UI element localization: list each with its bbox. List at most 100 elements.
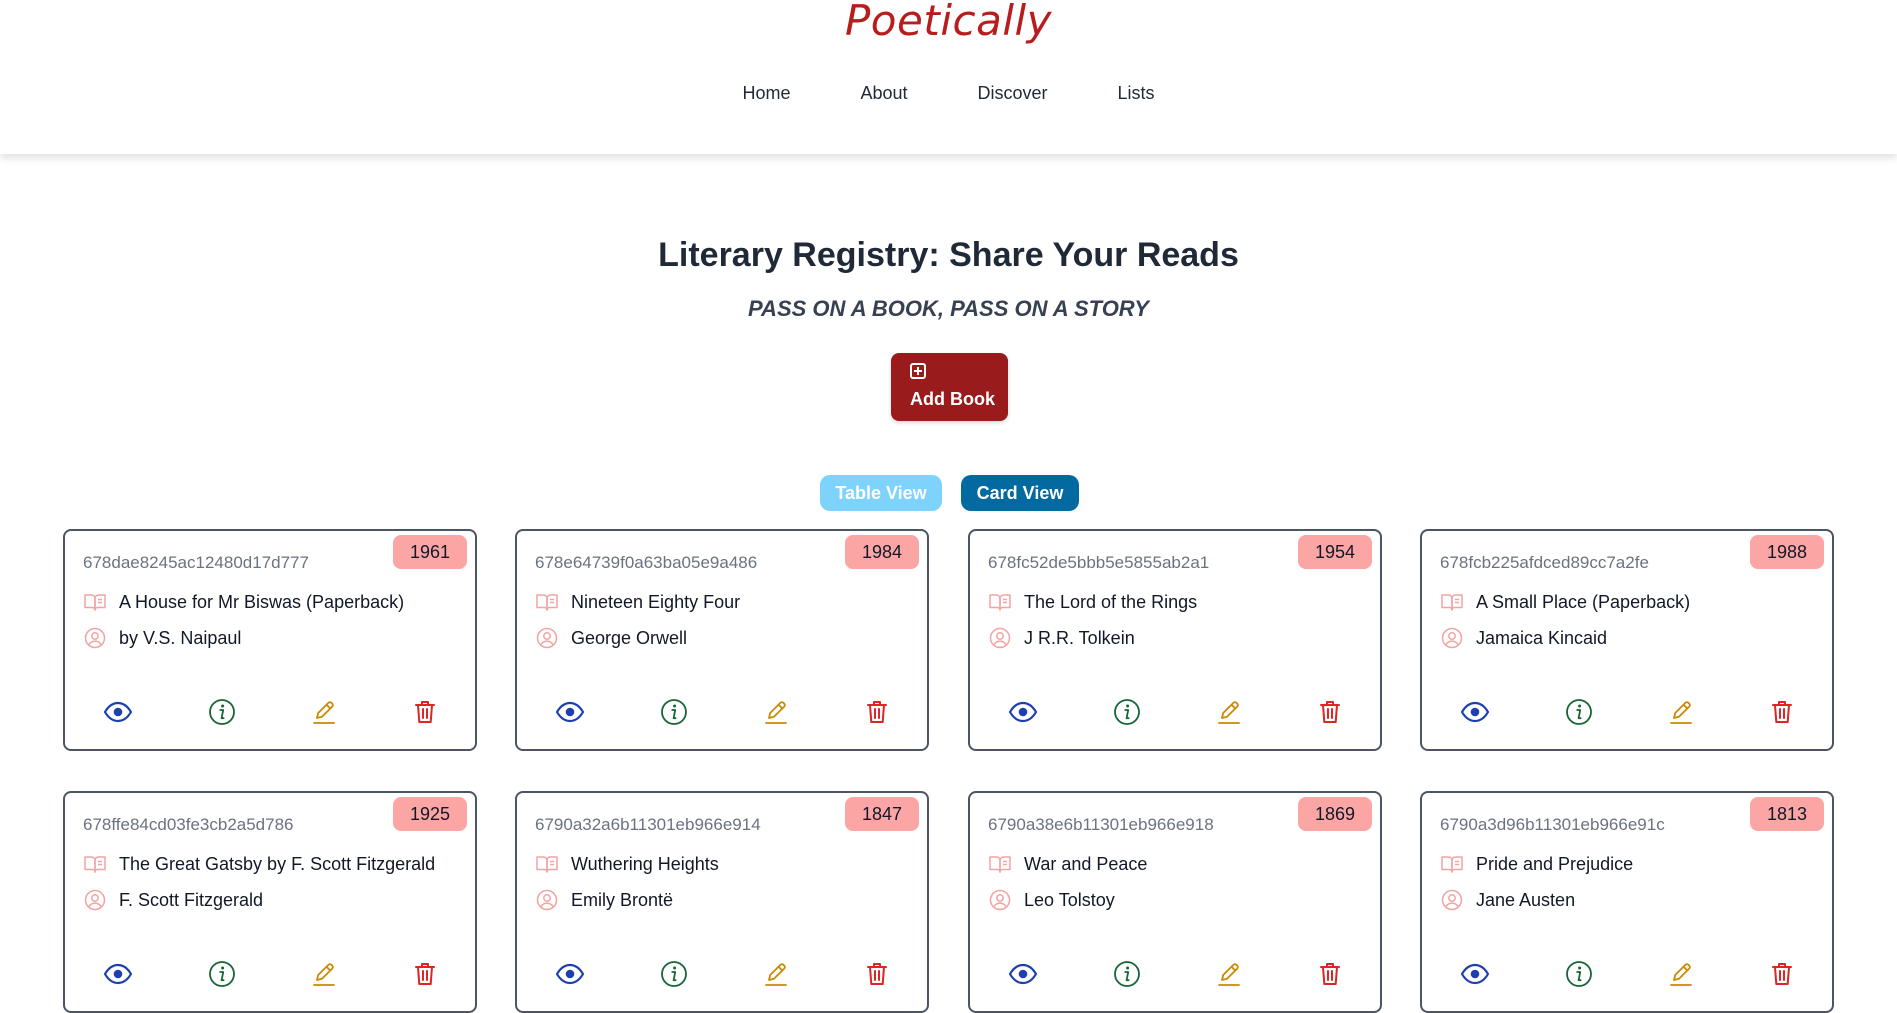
card-actions [517, 959, 927, 989]
year-badge: 1988 [1750, 535, 1824, 569]
book-title: Pride and Prejudice [1476, 853, 1634, 874]
info-icon[interactable] [1112, 959, 1142, 989]
year-badge: 1869 [1298, 797, 1372, 831]
nav-lists[interactable]: Lists [1083, 83, 1190, 104]
pencil-icon[interactable] [1666, 959, 1696, 989]
book-title-row: Pride and Prejudice [1440, 852, 1633, 876]
year-badge: 1813 [1750, 797, 1824, 831]
open-book-icon [84, 856, 106, 873]
book-title: War and Peace [1024, 853, 1148, 874]
book-card: 678fc52de5bbb5e5855ab2a1 1954 The Lord o… [968, 529, 1382, 751]
book-author: Jamaica Kincaid [1476, 627, 1608, 648]
book-id: 6790a32a6b11301eb966e914 [535, 815, 761, 834]
book-id: 6790a3d96b11301eb966e91c [1440, 815, 1665, 834]
book-title: A Small Place (Paperback) [1476, 591, 1691, 612]
book-title-row: Wuthering Heights [535, 852, 719, 876]
eye-icon[interactable] [1460, 959, 1490, 989]
book-author: Jane Austen [1476, 889, 1576, 910]
info-icon[interactable] [1564, 697, 1594, 727]
book-id: 678e64739f0a63ba05e9a486 [535, 553, 758, 572]
trash-icon[interactable] [862, 959, 892, 989]
book-card: 678dae8245ac12480d17d777 1961 A House fo… [63, 529, 477, 751]
page-title: Literary Registry: Share Your Reads [658, 236, 1239, 274]
nav-about[interactable]: About [825, 83, 942, 104]
card-actions [970, 959, 1380, 989]
book-title-row: A Small Place (Paperback) [1440, 590, 1690, 614]
book-title: The Lord of the Rings [1024, 591, 1198, 612]
open-book-icon [989, 856, 1011, 873]
eye-icon[interactable] [103, 959, 133, 989]
info-icon[interactable] [659, 959, 689, 989]
trash-icon[interactable] [1767, 959, 1797, 989]
book-title-row: The Lord of the Rings [988, 590, 1197, 614]
trash-icon[interactable] [410, 959, 440, 989]
nav-home[interactable]: Home [707, 83, 825, 104]
book-title: Nineteen Eighty Four [571, 591, 741, 612]
card-actions [517, 697, 927, 727]
pencil-icon[interactable] [761, 697, 791, 727]
add-book-button[interactable]: Add Book [891, 353, 1008, 421]
eye-icon[interactable] [1008, 959, 1038, 989]
eye-icon[interactable] [555, 959, 585, 989]
book-author-row: by V.S. Naipaul [83, 626, 241, 650]
eye-icon[interactable] [103, 697, 133, 727]
pencil-icon[interactable] [309, 959, 339, 989]
card-view-button[interactable]: Card View [961, 475, 1079, 511]
user-circle-icon [1441, 889, 1463, 911]
main-nav: Home About Discover Lists [0, 83, 1897, 104]
eye-icon[interactable] [1460, 697, 1490, 727]
book-author-row: Emily Brontë [535, 888, 673, 912]
user-circle-icon [1441, 627, 1463, 649]
info-icon[interactable] [207, 697, 237, 727]
info-icon[interactable] [1564, 959, 1594, 989]
book-id: 6790a38e6b11301eb966e918 [988, 815, 1214, 834]
year-badge: 1961 [393, 535, 467, 569]
open-book-icon [989, 594, 1011, 611]
pencil-icon[interactable] [1666, 697, 1696, 727]
card-actions [1422, 697, 1832, 727]
table-view-button[interactable]: Table View [820, 475, 942, 511]
year-badge: 1925 [393, 797, 467, 831]
brand-logo[interactable]: Poetically [0, 0, 1897, 45]
user-circle-icon [536, 889, 558, 911]
info-icon[interactable] [659, 697, 689, 727]
book-card: 678fcb225afdced89cc7a2fe 1988 A Small Pl… [1420, 529, 1834, 751]
info-icon[interactable] [1112, 697, 1142, 727]
trash-icon[interactable] [862, 697, 892, 727]
trash-icon[interactable] [410, 697, 440, 727]
info-icon[interactable] [207, 959, 237, 989]
book-card: 678ffe84cd03fe3cb2a5d786 1925 The Great … [63, 791, 477, 1013]
add-book-label: Add Book [910, 389, 995, 409]
book-author: J R.R. Tolkein [1024, 627, 1135, 648]
nav-discover[interactable]: Discover [943, 83, 1083, 104]
book-title-row: The Great Gatsby by F. Scott Fitzgerald [83, 852, 435, 876]
book-author-row: Jamaica Kincaid [1440, 626, 1607, 650]
pencil-icon[interactable] [309, 697, 339, 727]
book-title-row: A House for Mr Biswas (Paperback) [83, 590, 404, 614]
book-author: George Orwell [571, 627, 688, 648]
book-author: by V.S. Naipaul [119, 627, 242, 648]
page-subtitle: PASS ON A BOOK, PASS ON A STORY [748, 296, 1149, 321]
book-id: 678dae8245ac12480d17d777 [83, 553, 309, 572]
top-navbar: Poetically Home About Discover Lists [0, 0, 1897, 154]
pencil-icon[interactable] [761, 959, 791, 989]
book-title-row: War and Peace [988, 852, 1147, 876]
trash-icon[interactable] [1315, 697, 1345, 727]
eye-icon[interactable] [555, 697, 585, 727]
book-card: 6790a3d96b11301eb966e91c 1813 Pride and … [1420, 791, 1834, 1013]
book-author: Leo Tolstoy [1024, 889, 1115, 910]
open-book-icon [536, 856, 558, 873]
trash-icon[interactable] [1767, 697, 1797, 727]
trash-icon[interactable] [1315, 959, 1345, 989]
user-circle-icon [84, 627, 106, 649]
user-circle-icon [84, 889, 106, 911]
book-id: 678ffe84cd03fe3cb2a5d786 [83, 815, 294, 834]
book-title: Wuthering Heights [571, 853, 719, 874]
book-title: A House for Mr Biswas (Paperback) [119, 591, 405, 612]
book-card: 678e64739f0a63ba05e9a486 1984 Nineteen E… [515, 529, 929, 751]
pencil-icon[interactable] [1214, 959, 1244, 989]
eye-icon[interactable] [1008, 697, 1038, 727]
pencil-icon[interactable] [1214, 697, 1244, 727]
open-book-icon [1441, 856, 1463, 873]
book-card: 6790a32a6b11301eb966e914 1847 Wuthering … [515, 791, 929, 1013]
